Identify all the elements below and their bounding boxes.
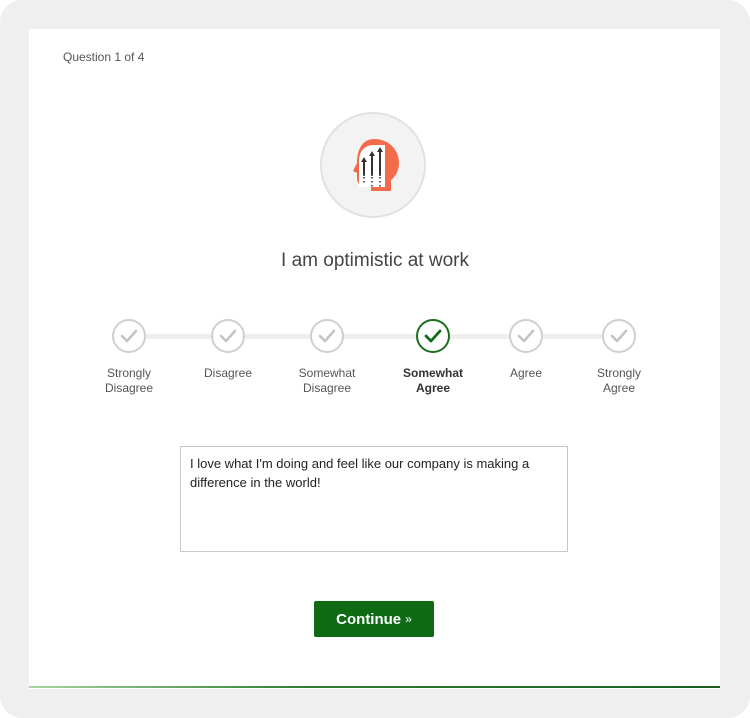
check-icon bbox=[509, 319, 543, 353]
option-label: Somewhat Agree bbox=[402, 366, 463, 395]
option-strongly-agree[interactable]: Strongly Agree bbox=[569, 319, 669, 396]
card-bottom-border bbox=[29, 686, 720, 688]
check-icon bbox=[310, 319, 344, 353]
check-icon bbox=[112, 319, 146, 353]
comment-textarea[interactable]: I love what I'm doing and feel like our … bbox=[180, 446, 568, 552]
option-agree[interactable]: Agree bbox=[476, 319, 576, 381]
option-label: Strongly Disagree bbox=[104, 366, 154, 395]
continue-button[interactable]: Continue » bbox=[314, 601, 434, 637]
option-disagree[interactable]: Disagree bbox=[178, 319, 278, 381]
question-progress: Question 1 of 4 bbox=[63, 50, 145, 64]
check-icon bbox=[211, 319, 245, 353]
option-label: Disagree bbox=[203, 366, 253, 380]
option-strongly-disagree[interactable]: Strongly Disagree bbox=[79, 319, 179, 396]
option-label: Strongly Agree bbox=[596, 366, 642, 395]
option-somewhat-agree[interactable]: Somewhat Agree bbox=[383, 319, 483, 396]
option-somewhat-disagree[interactable]: Somewhat Disagree bbox=[277, 319, 377, 396]
head-upward-arrows-icon bbox=[353, 139, 399, 191]
check-icon bbox=[416, 319, 450, 353]
option-label: Agree bbox=[509, 366, 543, 380]
check-icon bbox=[602, 319, 636, 353]
question-icon-badge bbox=[320, 112, 426, 218]
chevron-right-icon: » bbox=[405, 612, 412, 626]
option-label: Somewhat Disagree bbox=[298, 366, 356, 395]
continue-label: Continue bbox=[336, 610, 402, 628]
question-text: I am optimistic at work bbox=[281, 250, 469, 271]
